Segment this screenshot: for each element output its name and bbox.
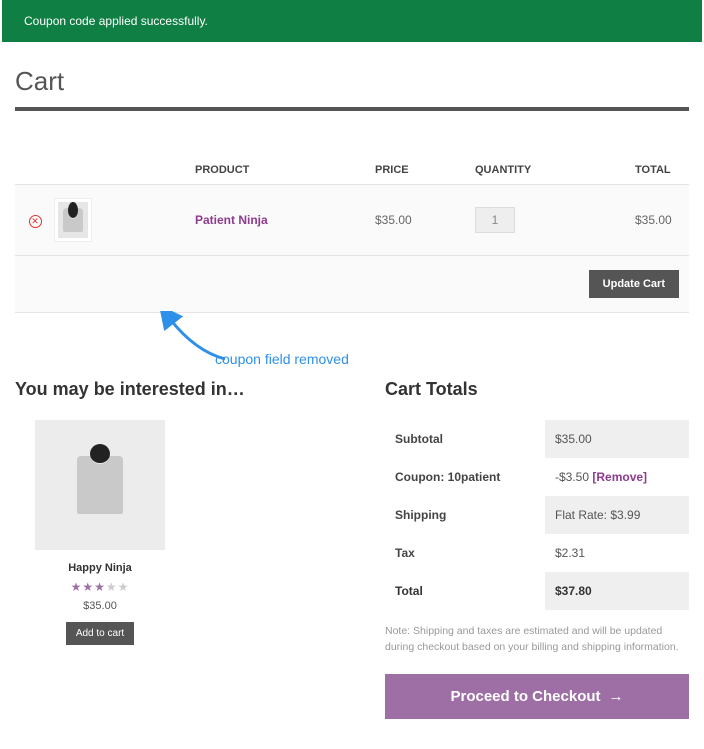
remove-item-icon[interactable]: ✕ [29,215,42,228]
product-thumbnail[interactable] [55,199,91,241]
total-value: $37.80 [545,572,689,610]
arrow-right-icon: → [609,688,624,705]
subtotal-label: Subtotal [385,420,545,458]
coupon-label: Coupon: 10patient [385,458,545,496]
quantity-input[interactable]: 1 [475,207,515,233]
page-title: Cart [15,66,689,97]
cart-header-row: PRODUCT PRICE QUANTITY TOTAL [15,156,689,185]
item-price: $35.00 [375,213,475,227]
coupon-amount: -$3.50 [555,470,592,484]
success-banner-text: Coupon code applied successfully. [24,14,208,28]
total-label: Total [385,572,545,610]
cart-totals-heading: Cart Totals [385,379,689,400]
tax-label: Tax [385,534,545,572]
subtotal-value: $35.00 [545,420,689,458]
upsell-heading: You may be interested in… [15,379,355,400]
add-to-cart-button[interactable]: Add to cart [66,622,134,645]
shipping-label: Shipping [385,496,545,534]
star-rating-icon: ★★★★★ [35,580,165,594]
proceed-to-checkout-button[interactable]: Proceed to Checkout → [385,674,689,719]
coupon-value: -$3.50 [Remove] [545,458,689,496]
tax-value: $2.31 [545,534,689,572]
remove-coupon-link[interactable]: [Remove] [592,470,647,484]
upsell-product-name: Happy Ninja [35,562,165,574]
item-total: $35.00 [635,213,689,227]
header-quantity: QUANTITY [475,164,635,176]
totals-note: Note: Shipping and taxes are estimated a… [385,624,689,656]
update-cart-button[interactable]: Update Cart [589,270,679,298]
product-name-link[interactable]: Patient Ninja [195,213,268,227]
checkout-button-label: Proceed to Checkout [450,688,600,705]
cart-actions-row: Update Cart [15,256,689,313]
annotation-text: coupon field removed [215,351,349,367]
shipping-value: Flat Rate: $3.99 [545,496,689,534]
upsell-product-card: Happy Ninja ★★★★★ $35.00 Add to cart [35,420,165,645]
upsell-product-price: $35.00 [35,600,165,612]
title-rule [15,107,689,111]
header-total: TOTAL [635,164,689,176]
header-price: PRICE [375,164,475,176]
success-banner: Coupon code applied successfully. [2,0,702,42]
annotation: coupon field removed [15,319,689,379]
cart-totals-table: Subtotal $35.00 Coupon: 10patient -$3.50… [385,420,689,610]
cart-item-row: ✕ Patient Ninja $35.00 1 $35.00 [15,185,689,256]
upsell-product-image[interactable] [35,420,165,550]
header-product: PRODUCT [195,164,375,176]
